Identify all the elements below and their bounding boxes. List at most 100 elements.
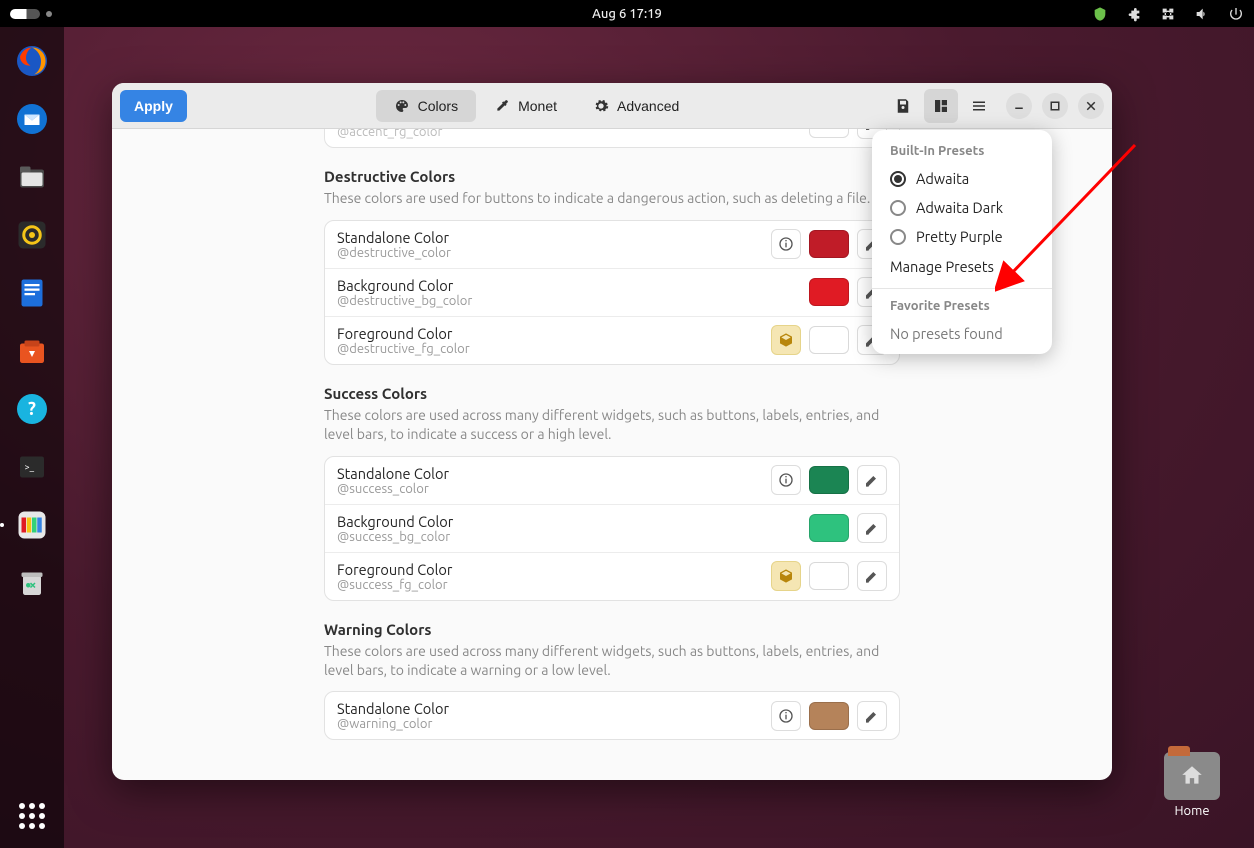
main-menu-button[interactable] — [962, 89, 996, 123]
tab-colors[interactable]: Colors — [376, 90, 476, 122]
edit-color-button[interactable] — [857, 513, 887, 543]
pencil-icon — [864, 520, 880, 536]
warning-chip[interactable] — [771, 561, 801, 591]
dock-gradience[interactable] — [8, 501, 56, 549]
dock-thunderbird[interactable] — [8, 95, 56, 143]
row-title: Standalone Color — [337, 700, 763, 717]
section-desc: These colors are used for buttons to ind… — [324, 189, 900, 208]
window-maximize-button[interactable] — [1042, 93, 1068, 119]
info-button[interactable] — [771, 229, 801, 259]
warning-chip[interactable] — [771, 325, 801, 355]
preset-label: Adwaita — [916, 170, 969, 187]
pencil-icon — [864, 568, 880, 584]
dock-files[interactable] — [8, 153, 56, 201]
gnome-top-bar: Aug 6 17:19 — [0, 0, 1254, 27]
preset-radio-item[interactable]: Pretty Purple — [872, 222, 1052, 251]
system-status-area[interactable] — [1092, 6, 1244, 22]
section-warning: Warning Colors These colors are used acr… — [324, 621, 900, 741]
dock-trash[interactable] — [8, 559, 56, 607]
window-close-button[interactable] — [1078, 93, 1104, 119]
view-switcher: Colors Monet Advanced — [376, 90, 698, 122]
pencil-icon — [864, 708, 880, 724]
color-row: Standalone Color@success_color — [325, 457, 899, 505]
section-title: Success Colors — [324, 385, 900, 402]
row-title: Foreground Color — [337, 561, 763, 578]
palette-icon — [394, 98, 410, 114]
color-row: Standalone Color@warning_color — [325, 692, 899, 739]
edit-color-button[interactable] — [857, 561, 887, 591]
preset-label: Pretty Purple — [916, 228, 1003, 245]
manage-presets-item[interactable]: Manage Presets — [872, 251, 1052, 282]
popover-divider — [872, 288, 1052, 289]
window-minimize-button[interactable] — [1006, 93, 1032, 119]
home-folder-icon — [1164, 752, 1220, 800]
row-variable: @destructive_color — [337, 246, 763, 260]
desktop-home-icon[interactable]: Home — [1164, 752, 1220, 818]
color-swatch[interactable] — [809, 129, 849, 138]
header-right — [886, 89, 1104, 123]
dock-help[interactable]: ? — [8, 385, 56, 433]
section-rows: Standalone Color@warning_color — [324, 691, 900, 740]
color-swatch[interactable] — [809, 466, 849, 494]
color-row: Background Color@destructive_bg_color — [325, 269, 899, 317]
preset-radio-item[interactable]: Adwaita — [872, 164, 1052, 193]
popover-builtin-header: Built-In Presets — [872, 140, 1052, 164]
section-rows: Standalone Color@success_colorBackground… — [324, 456, 900, 601]
close-icon — [1085, 100, 1097, 112]
maximize-icon — [1049, 100, 1061, 112]
row-title: Foreground Color — [337, 325, 763, 342]
color-row: Foreground Color@success_fg_color — [325, 553, 899, 600]
dock-software[interactable] — [8, 327, 56, 375]
dock-writer[interactable] — [8, 269, 56, 317]
row-variable: @warning_color — [337, 717, 763, 731]
network-icon — [1160, 6, 1176, 22]
color-row: Standalone Color@destructive_color — [325, 221, 899, 269]
package-icon — [778, 332, 794, 348]
edit-color-button[interactable] — [857, 701, 887, 731]
save-preset-button[interactable] — [886, 89, 920, 123]
tab-monet[interactable]: Monet — [476, 90, 575, 122]
activities-corner[interactable] — [10, 9, 52, 19]
info-button[interactable] — [771, 465, 801, 495]
color-swatch[interactable] — [809, 514, 849, 542]
row-variable: @success_color — [337, 482, 763, 496]
presets-popover: Built-In Presets Adwaita Adwaita Dark Pret… — [872, 130, 1052, 354]
extension-icon — [1126, 6, 1142, 22]
tab-monet-label: Monet — [518, 98, 557, 114]
info-button[interactable] — [771, 701, 801, 731]
workspace-dot-icon — [46, 11, 52, 17]
dock-terminal[interactable]: >_ — [8, 443, 56, 491]
color-swatch[interactable] — [809, 230, 849, 258]
clock[interactable]: Aug 6 17:19 — [592, 7, 662, 21]
color-swatch[interactable] — [809, 702, 849, 730]
row-title: Standalone Color — [337, 229, 763, 246]
eyedropper-icon — [494, 98, 510, 114]
row-title: Standalone Color — [337, 465, 763, 482]
apply-button[interactable]: Apply — [120, 90, 187, 122]
svg-text:>_: >_ — [25, 462, 35, 472]
color-swatch[interactable] — [809, 278, 849, 306]
color-swatch[interactable] — [809, 326, 849, 354]
dock-show-apps[interactable] — [8, 792, 56, 840]
color-swatch[interactable] — [809, 562, 849, 590]
section-title: Warning Colors — [324, 621, 900, 638]
dock-rhythmbox[interactable] — [8, 211, 56, 259]
edit-color-button[interactable] — [857, 465, 887, 495]
dock-firefox[interactable] — [8, 37, 56, 85]
minimize-icon — [1013, 100, 1025, 112]
row-title: Background Color — [337, 513, 801, 530]
activities-pill-icon — [10, 9, 40, 19]
table-row: x@accent_fg_color — [325, 129, 899, 147]
gradience-window: Apply Colors Monet Advanced — [112, 83, 1112, 780]
section-title: Destructive Colors — [324, 168, 900, 185]
gear-icon — [593, 98, 609, 114]
tab-advanced[interactable]: Advanced — [575, 90, 697, 122]
radio-icon — [890, 229, 906, 245]
info-icon — [778, 472, 794, 488]
preset-radio-item[interactable]: Adwaita Dark — [872, 193, 1052, 222]
section-destructive: Destructive Colors These colors are used… — [324, 168, 900, 365]
presets-menu-button[interactable] — [924, 89, 958, 123]
radio-icon — [890, 171, 906, 187]
radio-icon — [890, 200, 906, 216]
color-row: Background Color@success_bg_color — [325, 505, 899, 553]
